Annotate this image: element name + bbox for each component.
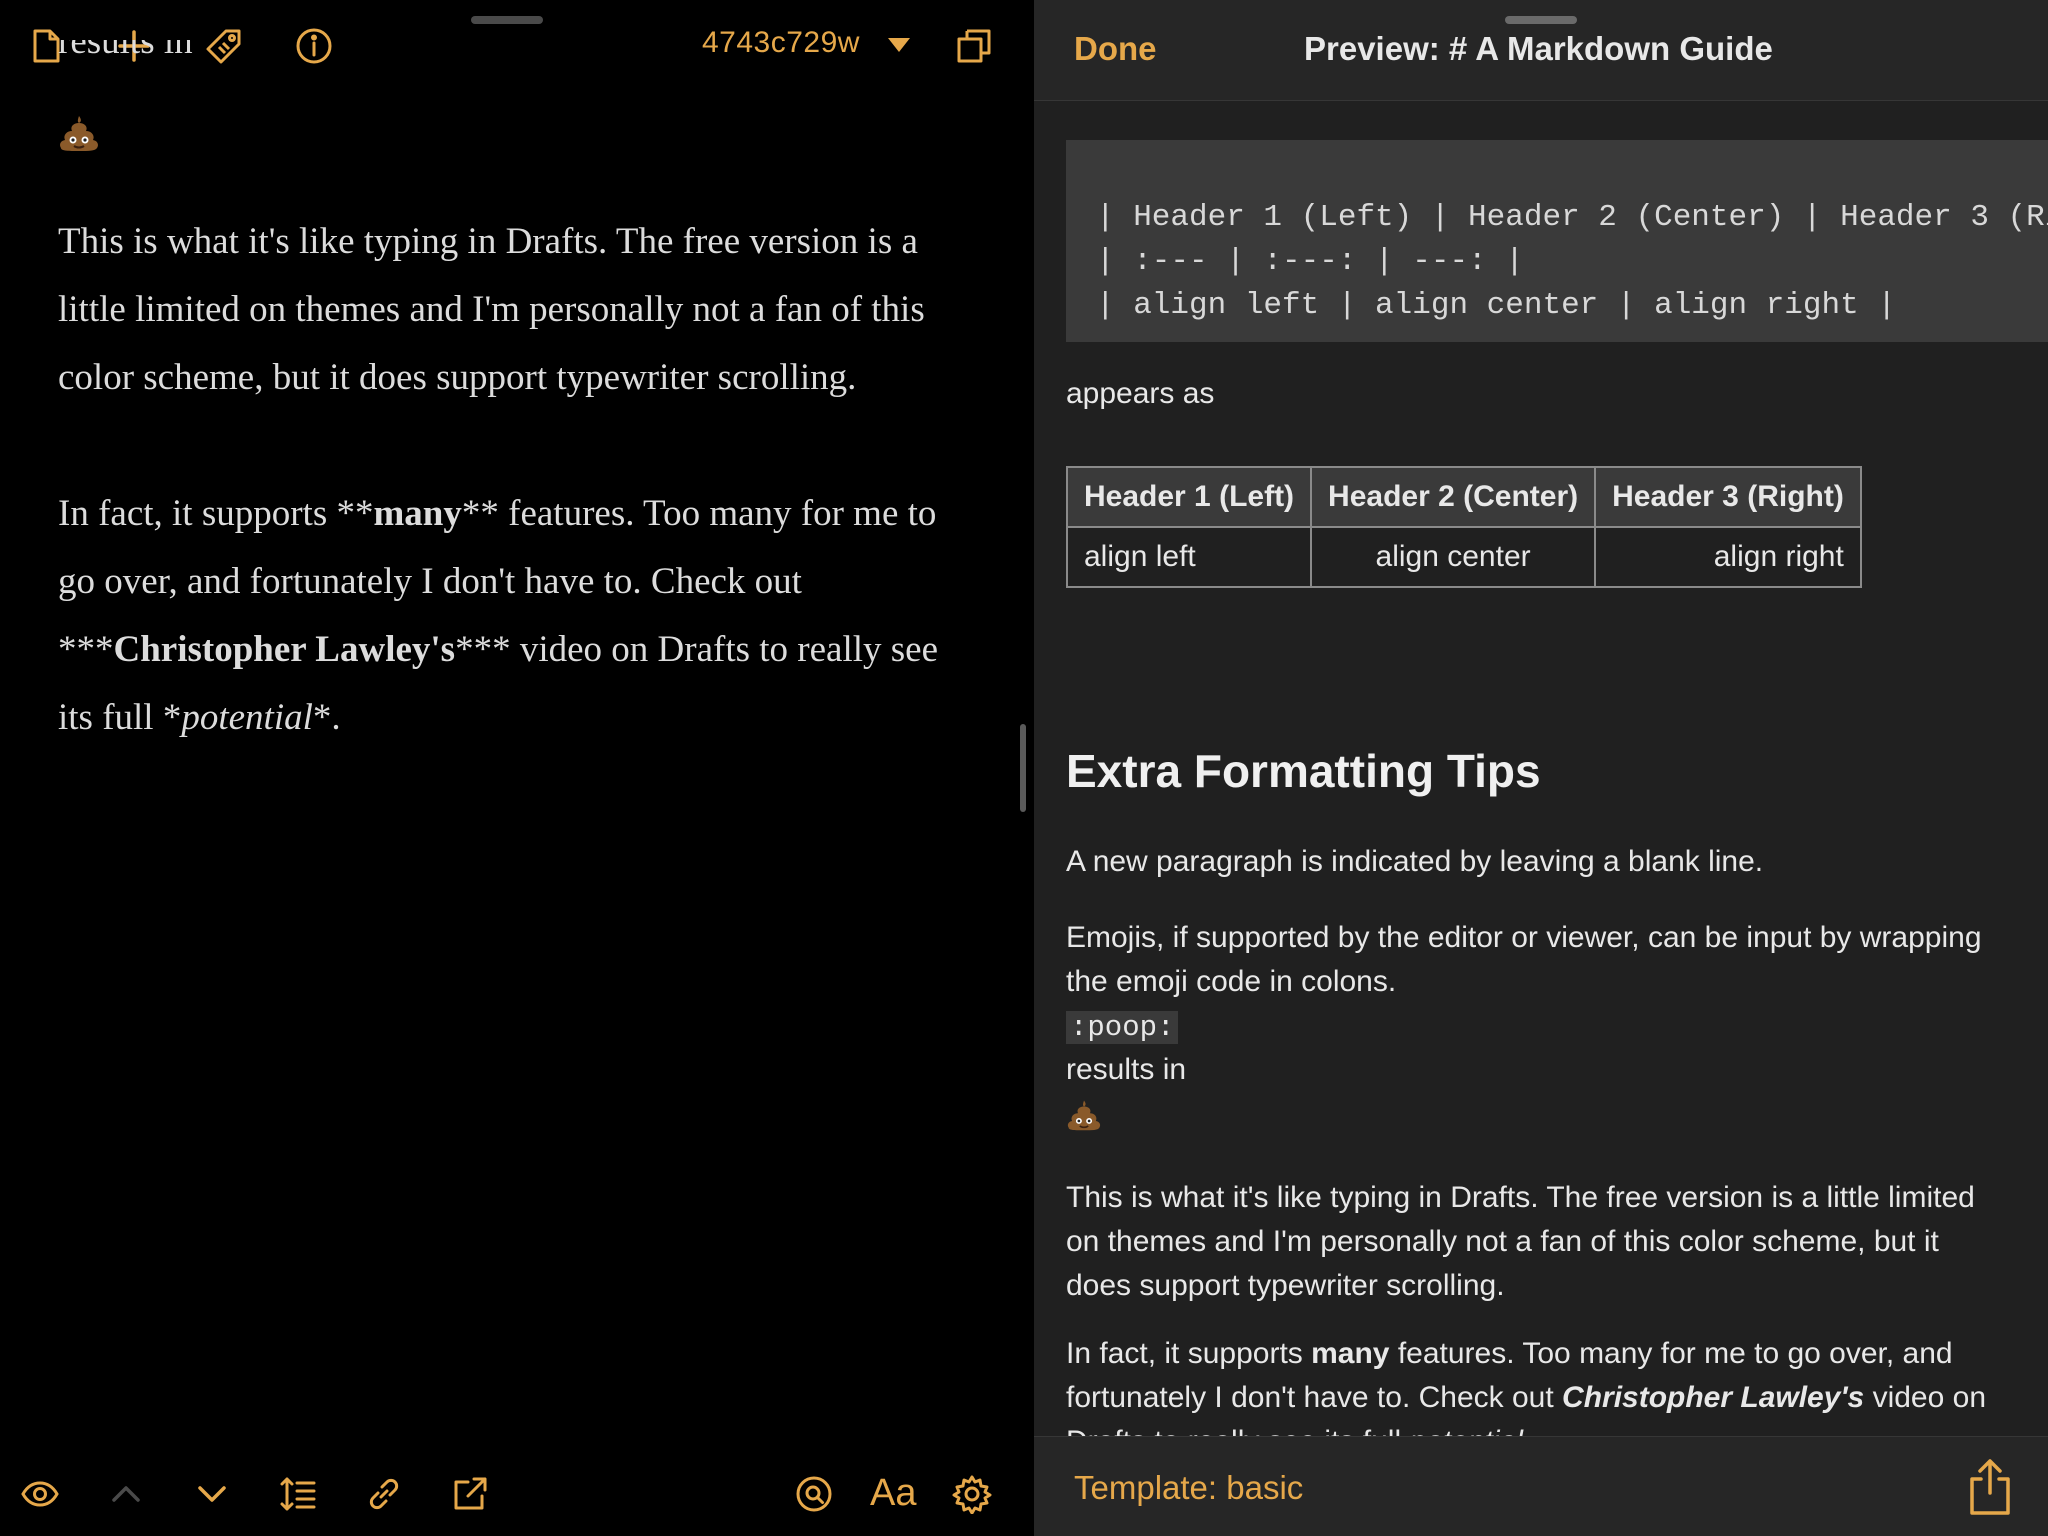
line-spacing-icon[interactable] <box>276 1472 320 1516</box>
done-button[interactable]: Done <box>1074 30 1157 68</box>
editor-drag-handle[interactable] <box>471 16 543 24</box>
markdown-table: Header 1 (Left) Header 2 (Center) Header… <box>1065 466 1862 588</box>
expand-icon[interactable] <box>952 24 996 68</box>
preview-paragraph: A new paragraph is indicated by leaving … <box>1066 845 1764 878</box>
preview-footer: Template: basic <box>1034 1436 2048 1536</box>
preview-paragraph: Emojis, if supported by the editor or vi… <box>1066 921 1982 998</box>
preview-title: Preview: # A Markdown Guide <box>1304 30 1773 67</box>
poop-emoji-icon <box>1066 1092 2006 1136</box>
results-in-text: results in <box>1066 1053 1187 1086</box>
chevron-down-icon[interactable] <box>190 1472 234 1516</box>
table-cell: align center <box>1310 526 1597 588</box>
editor-cut-line: results in <box>58 40 193 62</box>
preview-pane: | Header 1 (Left) | Header 2 (Center) | … <box>1034 0 2048 1536</box>
editor-text-area[interactable]: results in This is what it's like typing… <box>58 40 958 752</box>
code-line: | align left | align center | align righ… <box>1096 288 1896 323</box>
table-header: Header 3 (Right) <box>1594 466 1862 528</box>
share-out-icon[interactable] <box>448 1472 492 1516</box>
gear-icon[interactable] <box>950 1472 994 1516</box>
inline-code: :poop: <box>1066 1011 1179 1044</box>
table-header: Header 1 (Left) <box>1065 466 1313 528</box>
template-selector[interactable]: Template: basic <box>1074 1469 1303 1507</box>
search-icon[interactable] <box>792 1472 836 1516</box>
inline-code-line: :poop: <box>1066 1004 2006 1050</box>
table-header: Header 2 (Center) <box>1310 466 1597 528</box>
code-line: | Header 1 (Left) | Header 2 (Center) | … <box>1096 200 2048 235</box>
editor-pane: 4743c729w results in This is what it's l… <box>0 0 1034 1536</box>
section-heading: Extra Formatting Tips <box>1066 745 1541 797</box>
appears-as-text: appears as <box>1066 377 1215 410</box>
editor-scrollbar[interactable] <box>1020 724 1026 812</box>
share-icon[interactable] <box>1962 1457 2018 1517</box>
font-size-icon[interactable]: Aa <box>870 1472 916 1515</box>
editor-paragraph: In fact, it supports **many** features. … <box>58 493 939 738</box>
editor-paragraph: This is what it's like typing in Drafts.… <box>58 221 925 398</box>
preview-header: Done Preview: # A Markdown Guide <box>1034 0 2048 101</box>
preview-drag-handle[interactable] <box>1505 16 1577 24</box>
link-icon[interactable] <box>362 1472 406 1516</box>
poop-emoji-icon <box>58 108 958 152</box>
table-cell: align right <box>1594 526 1862 588</box>
table-cell: align left <box>1065 526 1313 588</box>
chevron-up-icon <box>104 1472 148 1516</box>
code-line: | :--- | :---: | ---: | <box>1096 244 1524 279</box>
code-block: | Header 1 (Left) | Header 2 (Center) | … <box>1066 140 2048 342</box>
preview-paragraph: This is what it's like typing in Drafts.… <box>1066 1181 1975 1302</box>
eye-icon[interactable] <box>18 1472 62 1516</box>
